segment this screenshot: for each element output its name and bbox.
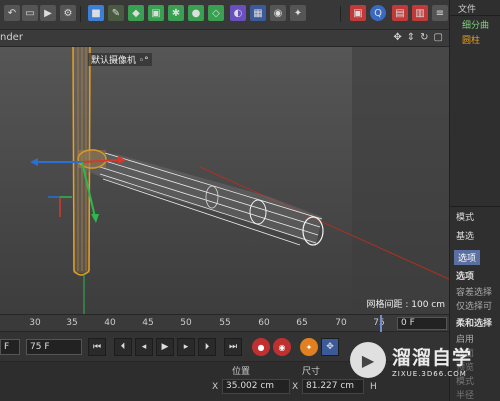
subdivision-icon[interactable]: ◆ [128,5,144,21]
deformer-icon[interactable]: ✱ [168,5,184,21]
light-icon[interactable]: ✦ [290,5,306,21]
array-icon[interactable]: ▣ [148,5,164,21]
qr-icon[interactable]: Q [370,5,386,21]
viewport-header: nder ✥ ⇕ ↻ ▢ [0,30,449,47]
record-icon[interactable]: ● [252,338,270,356]
move-view-icon[interactable]: ✥ [393,32,401,43]
tab-selection[interactable]: 选项 [454,250,481,265]
cube-icon[interactable]: ■ [88,5,104,21]
ruler-label: 45 [142,318,154,328]
object-subdivision[interactable]: 细分曲 [450,16,500,31]
sub-label: 基选 [456,232,475,242]
go-end-icon[interactable]: ⏭ [224,338,242,356]
object-manager-panel: 文件 细分曲 圆柱 模式 基选 选项 选项 容差选择 仅选择可 柔和选择 启用 … [449,0,500,401]
watermark: ▶ 溜溜自学 ZIXUE.3D66.COM [350,342,472,378]
layout-icon[interactable]: ▤ [392,5,408,21]
prev-frame-icon[interactable]: ◂ [135,338,153,356]
position-header: 位置 [232,367,251,377]
field-icon[interactable]: ◇ [208,5,224,21]
size-header: 尺寸 [302,367,321,377]
mode-label[interactable]: 模式 [450,206,500,223]
pen-icon[interactable]: ✎ [108,5,124,21]
x-label: X [292,382,299,392]
python-icon[interactable]: ▣ [350,5,366,21]
option-tolerance[interactable]: 容差选择 [450,282,500,298]
watermark-url: ZIXUE.3D66.COM [392,369,467,378]
ruler-label: 55 [219,318,231,328]
render-region-icon[interactable]: ▭ [22,5,38,21]
watermark-logo-icon: ▶ [350,342,386,378]
timeline-ruler[interactable]: 30 35 40 45 50 55 60 65 70 75 0 F [0,314,449,332]
zoom-view-icon[interactable]: ⇕ [407,32,415,43]
soft-selection-section: 柔和选择 [456,319,493,329]
ruler-label: 75 [373,318,385,328]
cinema4d-window: ↶ ▭ ▶ ⚙ ■ ✎ ◆ ▣ ✱ ● ◇ ◐ ▦ ◉ ✦ ▣ Q ▤ ▥ ≡ … [0,0,500,401]
tag-icon[interactable]: ◐ [230,5,246,21]
size-x-field[interactable]: 81.227 cm [302,379,364,394]
playhead[interactable] [380,315,382,332]
ruler-label: 40 [104,318,116,328]
options-section: 选项 [456,272,475,282]
ruler-label: 30 [29,318,41,328]
ruler-label: 70 [335,318,347,328]
3d-viewport[interactable]: 默认摄像机 ◦° 网格间距 : 100 cm [0,47,449,314]
viewport-menu[interactable]: nder [0,32,23,43]
main-toolbar: ↶ ▭ ▶ ⚙ ■ ✎ ◆ ▣ ✱ ● ◇ ◐ ▦ ◉ ✦ ▣ Q ▤ ▥ ≡ [0,0,449,30]
render-settings-icon[interactable]: ⚙ [60,5,76,21]
keyframe-icon[interactable]: ✦ [300,338,318,356]
render-view-icon[interactable]: ▶ [40,5,56,21]
mograph-icon[interactable]: ● [188,5,204,21]
camera-label[interactable]: 默认摄像机 ◦° [88,53,152,66]
next-frame-icon[interactable]: ▸ [177,338,195,356]
play-icon[interactable]: ▶ [156,338,174,356]
ruler-label: 65 [296,318,308,328]
ruler-label: 50 [180,318,192,328]
option-visible-only[interactable]: 仅选择可 [450,298,500,312]
go-start-icon[interactable]: ⏮ [88,338,106,356]
prev-key-icon[interactable]: ⏴ [114,338,132,356]
end-frame-field[interactable]: 75 F [26,339,82,355]
ruler-label: 35 [66,318,78,328]
h-label: H [370,382,377,392]
grid-distance-label: 网格间距 : 100 cm [366,300,445,310]
layout2-icon[interactable]: ▥ [412,5,428,21]
viewport-canvas [0,47,449,314]
undo-icon[interactable]: ↶ [4,5,20,21]
rotate-view-icon[interactable]: ↻ [420,32,428,43]
option-radius[interactable]: 半径 [450,387,500,401]
floor-icon[interactable]: ▦ [250,5,266,21]
move-key-icon[interactable]: ✥ [321,338,339,356]
position-x-field[interactable]: 35.002 cm [222,379,290,394]
ruler-label: 60 [258,318,270,328]
watermark-title: 溜溜自学 [392,346,473,369]
menu-icon[interactable]: ≡ [432,5,448,21]
start-frame-field[interactable]: F [0,339,20,355]
file-menu[interactable]: 文件 [450,0,500,16]
current-frame-field[interactable]: 0 F [397,317,447,330]
x-label: X [212,382,219,392]
autokey-icon[interactable]: ◉ [273,338,291,356]
maximize-view-icon[interactable]: ▢ [434,32,443,43]
next-key-icon[interactable]: ⏵ [198,338,216,356]
camera-icon[interactable]: ◉ [270,5,286,21]
object-cylinder[interactable]: 圆柱 [450,31,500,46]
viewport-nav: ✥ ⇕ ↻ ▢ [393,32,443,43]
